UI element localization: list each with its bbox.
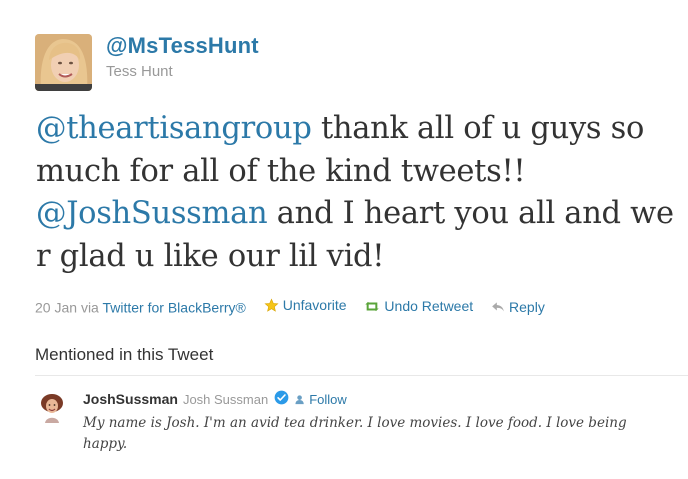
mention-link[interactable]: @theartisangroup [36,111,312,146]
section-divider [35,375,688,376]
tweet-meta: 20 Jan via Twitter for BlackBerry® Unfav… [35,297,545,316]
follow-icon [295,394,304,404]
tweet-text: @theartisangroup thank all of u guys so … [36,108,676,278]
reply-icon [492,301,504,311]
reply-button[interactable]: Reply [491,299,545,315]
star-icon [264,297,279,312]
verified-icon [274,390,289,408]
via-label: via [80,299,99,316]
mention-link[interactable]: @JoshSussman [36,196,268,231]
mentioned-user-full-name: Josh Sussman [182,391,269,407]
source-link[interactable]: Twitter for BlackBerry® [102,300,245,316]
unfavorite-label: Unfavorite [282,297,347,313]
reply-label: Reply [509,298,545,315]
retweet-icon [365,301,380,311]
mentioned-heading: Mentioned in this Tweet [35,345,214,364]
author-screen-name[interactable]: @MsTessHunt [106,33,259,59]
mentioned-user-bio: My name is Josh. I'm an avid tea drinker… [83,415,627,452]
follow-label: Follow [309,391,347,407]
undo-retweet-label: Undo Retweet [384,298,474,314]
mentioned-user-screen-name[interactable]: JoshSussman [83,391,178,407]
tweet-date[interactable]: 20 Jan [35,300,77,316]
mentioned-user-line: JoshSussman Josh Sussman Follow [83,390,347,408]
author-full-name: Tess Hunt [106,63,173,80]
undo-retweet-button[interactable]: Undo Retweet [364,298,473,314]
author-avatar[interactable] [35,34,92,91]
unfavorite-button[interactable]: Unfavorite [264,297,347,313]
follow-button[interactable]: Follow [295,392,347,407]
mentioned-user-avatar[interactable] [36,391,68,423]
